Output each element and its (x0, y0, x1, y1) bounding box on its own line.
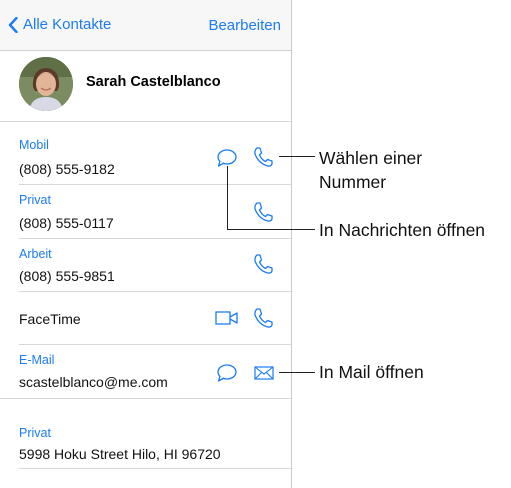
video-icon[interactable] (215, 310, 239, 326)
phone-icon[interactable] (253, 307, 273, 329)
address-label: Privat (19, 426, 51, 440)
callout-leader-messages-horizontal (227, 229, 315, 230)
back-button[interactable]: Alle Kontakte (8, 16, 111, 33)
phone-icon[interactable] (253, 146, 273, 168)
callout-call-line-2: Nummer (319, 172, 387, 192)
navigation-bar: Alle Kontakte Bearbeiten (0, 0, 291, 51)
divider (0, 398, 291, 399)
callout-leader-mail (279, 372, 315, 373)
email-label: E-Mail (19, 353, 55, 367)
message-icon[interactable] (216, 148, 238, 168)
callout-call-number: Wählen einer Nummer (319, 146, 422, 194)
avatar (19, 57, 73, 111)
phone-label-mobile: Mobil (19, 138, 49, 152)
contact-card-screen: Alle Kontakte Bearbeiten Sarah Castelbla… (0, 0, 292, 488)
phone-icon[interactable] (253, 201, 273, 223)
email-address: scastelblanco@me.com (19, 374, 168, 390)
phone-icon[interactable] (253, 253, 273, 275)
back-button-label: Alle Kontakte (23, 16, 112, 33)
divider (19, 468, 291, 469)
phone-number-home: (808) 555-0117 (19, 215, 114, 231)
mail-icon[interactable] (254, 366, 274, 380)
facetime-label: FaceTime (19, 311, 81, 327)
callout-call-line-1: Wählen einer (319, 148, 423, 168)
address-row[interactable]: Privat 5998 Hoku Street Hilo, HI 96720 (0, 420, 291, 468)
phone-number-work: (808) 555-9851 (19, 268, 115, 284)
edit-button[interactable]: Bearbeiten (208, 17, 281, 34)
phone-number-mobile: (808) 555-9182 (19, 161, 115, 177)
chevron-left-icon (8, 16, 18, 33)
email-row[interactable]: E-Mail scastelblanco@me.com (0, 345, 291, 397)
phone-label-work: Arbeit (19, 247, 52, 261)
callout-leader-messages-vertical (227, 166, 228, 230)
divider (0, 121, 291, 122)
address-value: 5998 Hoku Street Hilo, HI 96720 (19, 446, 221, 462)
message-icon[interactable] (216, 363, 238, 383)
contact-name: Sarah Castelblanco (86, 74, 221, 90)
contact-header: Sarah Castelblanco (0, 51, 291, 119)
phone-row-mobile[interactable]: Mobil (808) 555-9182 (0, 131, 291, 183)
callout-leader-call (279, 156, 315, 157)
facetime-row[interactable]: FaceTime (0, 292, 291, 344)
callout-open-mail: In Mail öffnen (319, 362, 424, 382)
callout-open-messages: In Nachrichten öffnen (319, 220, 486, 240)
phone-row-work[interactable]: Arbeit (808) 555-9851 (0, 239, 291, 291)
phone-label-home: Privat (19, 193, 51, 207)
